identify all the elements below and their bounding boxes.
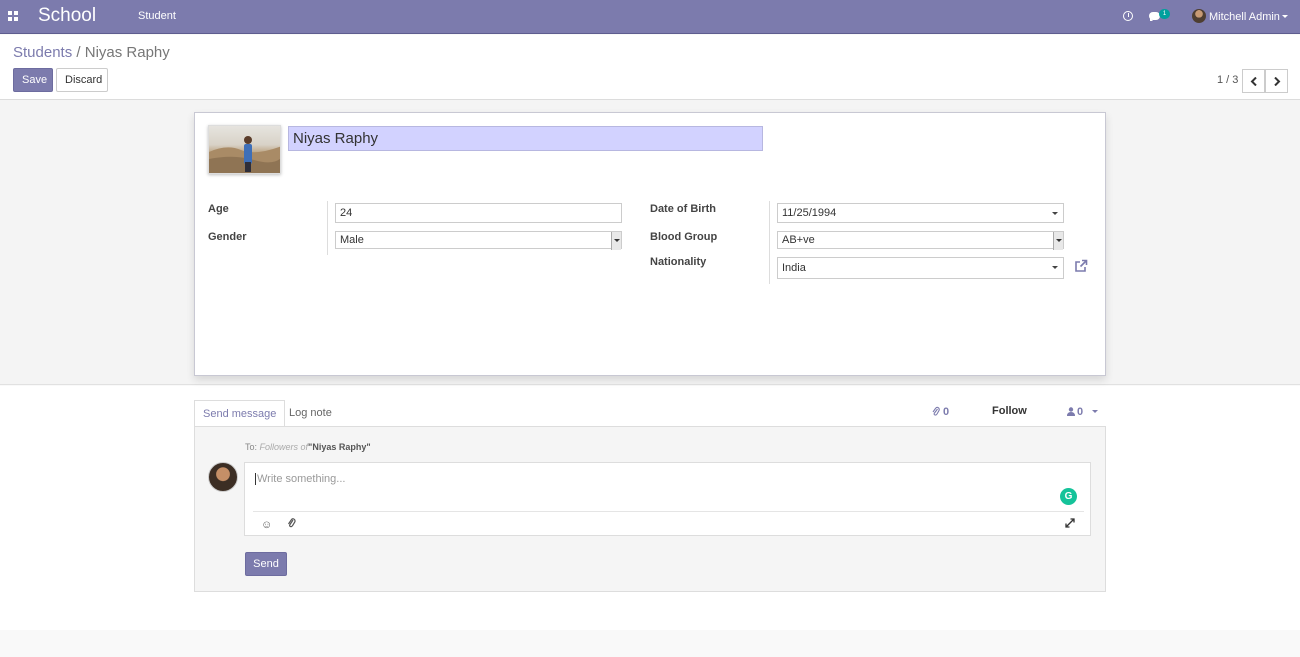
caret-down-icon[interactable] [1282,15,1288,18]
date-of-birth-input[interactable]: 11/25/1994 [777,203,1064,223]
pager-next-button[interactable] [1265,69,1288,93]
message-input-box[interactable]: Write something... G ☺ [244,462,1091,536]
form-sheet: Niyas Raphy Age Gender 24 Male Date of B… [194,112,1106,376]
breadcrumb: Students / Niyas Raphy [13,44,170,61]
student-name-input[interactable]: Niyas Raphy [288,126,763,151]
blood-group-select[interactable]: AB+ve [777,231,1064,250]
select-arrow-icon [611,232,621,250]
to-followers: Followers of [259,442,309,452]
discard-button[interactable]: Discard [56,68,108,92]
chevron-right-icon [1274,77,1281,86]
breadcrumb-parent[interactable]: Students [13,44,72,61]
followers-count[interactable]: 0 [1077,406,1083,418]
send-button[interactable]: Send [245,552,287,576]
apps-menu-icon[interactable] [8,11,18,21]
select-arrow-icon [1053,232,1063,250]
caret-down-icon[interactable] [1092,410,1098,413]
grammarly-icon[interactable]: G [1060,488,1077,505]
control-panel: Students / Niyas Raphy Save Discard 1 / … [0,35,1300,100]
tab-log-note[interactable]: Log note [281,400,340,427]
right-group-divider [769,201,770,284]
attach-file-icon[interactable] [287,517,296,528]
blood-group-label: Blood Group [650,231,718,243]
external-link-icon[interactable] [1074,259,1088,273]
chevron-left-icon [1250,77,1257,86]
followers-icon[interactable] [1067,407,1075,416]
composer-divider [253,511,1084,512]
blood-group-value: AB+ve [782,234,815,246]
caret-down-icon [1052,266,1058,269]
age-input[interactable]: 24 [335,203,622,223]
date-of-birth-label: Date of Birth [650,203,716,215]
caret-down-icon [1052,212,1058,215]
age-label: Age [208,203,229,215]
left-group-divider [327,201,328,255]
to-record: "Niyas Raphy" [308,442,371,452]
gender-label: Gender [208,231,247,243]
pager-previous-button[interactable] [1242,69,1265,93]
app-brand[interactable]: School [38,5,96,27]
gender-select-value: Male [340,234,364,246]
breadcrumb-separator: / [76,44,81,61]
composer-avatar [208,462,238,492]
paperclip-icon[interactable] [932,406,940,416]
nationality-input[interactable]: India [777,257,1064,279]
menu-item-student[interactable]: Student [138,10,176,22]
nationality-value: India [782,262,806,274]
chatter-topbar: Send message Log note 0 Follow 0 [194,400,1106,427]
top-navbar: School Student 1 Mitchell Admin [0,0,1300,34]
user-menu[interactable]: Mitchell Admin [1209,11,1280,23]
follow-button[interactable]: Follow [992,405,1027,417]
message-input[interactable]: Write something... [255,473,345,485]
pager-value[interactable]: 1 / 3 [1217,74,1238,86]
date-of-birth-value: 11/25/1994 [782,207,837,219]
breadcrumb-current: Niyas Raphy [84,44,170,61]
tab-send-message[interactable]: Send message [194,400,286,427]
user-avatar[interactable] [1192,9,1206,23]
save-button[interactable]: Save [13,68,53,92]
activity-clock-icon[interactable] [1123,11,1133,21]
gender-select[interactable]: Male [335,231,622,250]
recipients-line: To: Followers of"Niyas Raphy" [245,442,371,452]
to-prefix: To: [245,442,258,452]
student-photo-image [209,136,280,173]
nationality-label: Nationality [650,256,707,268]
message-composer: To: Followers of"Niyas Raphy" Write some… [194,426,1106,592]
emoji-icon[interactable]: ☺ [261,519,272,531]
student-photo[interactable] [208,125,281,174]
attachment-count[interactable]: 0 [943,406,949,418]
messaging-badge: 1 [1159,9,1170,19]
expand-icon[interactable] [1065,518,1075,528]
